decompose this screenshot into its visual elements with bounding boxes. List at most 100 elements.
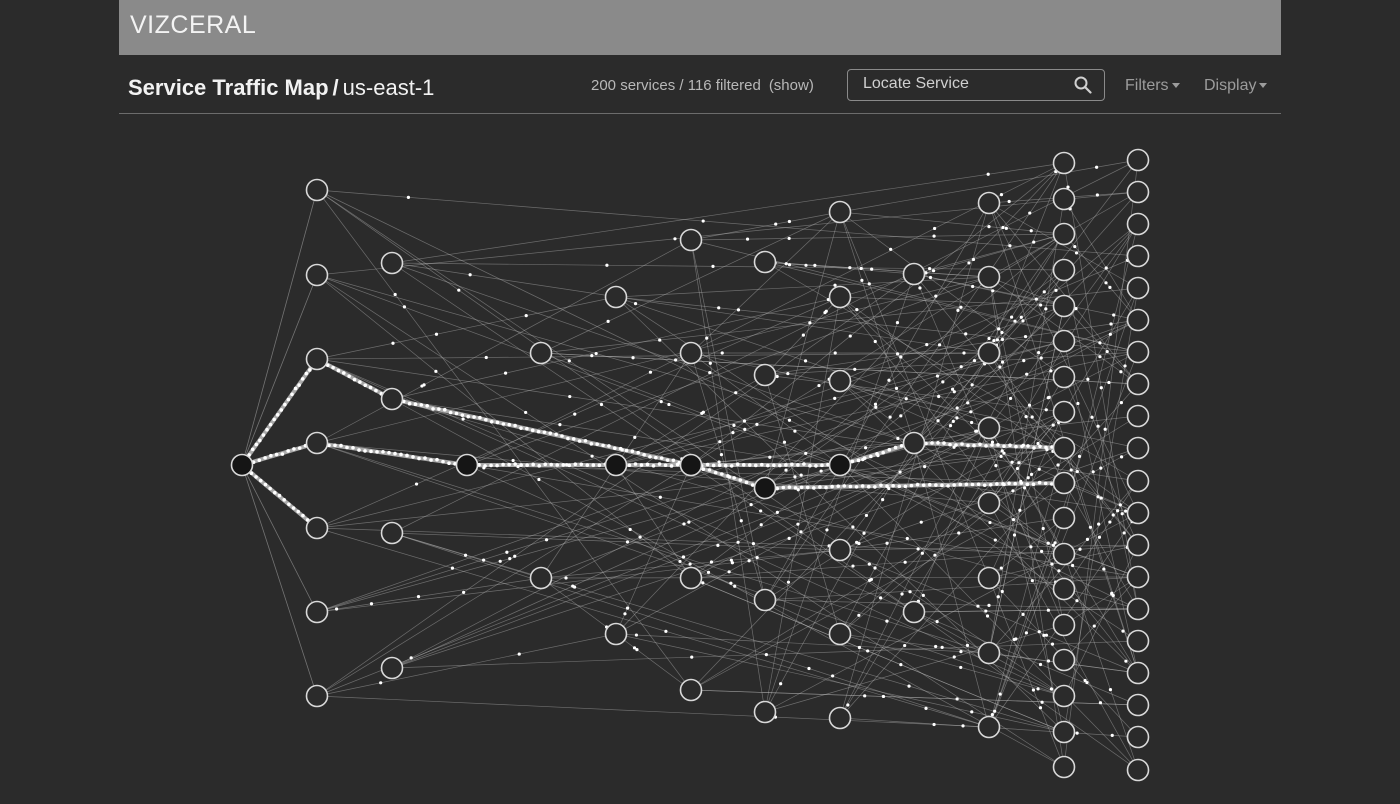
service-node[interactable] (977, 715, 1001, 739)
traffic-particle (441, 459, 445, 464)
service-node[interactable] (1052, 684, 1076, 708)
service-node[interactable] (753, 700, 777, 724)
service-node[interactable] (604, 285, 628, 309)
service-node[interactable] (679, 566, 703, 590)
service-node[interactable] (1126, 501, 1150, 525)
service-node[interactable] (753, 588, 777, 612)
service-node[interactable] (1052, 294, 1076, 318)
service-node[interactable] (679, 341, 703, 365)
service-node[interactable] (1126, 340, 1150, 364)
service-node[interactable] (1052, 222, 1076, 246)
traffic-particle (293, 386, 298, 391)
service-node[interactable] (977, 566, 1001, 590)
service-node[interactable] (828, 706, 852, 730)
traffic-particle (1011, 518, 1016, 522)
service-node[interactable] (1126, 469, 1150, 493)
service-traffic-graph[interactable] (0, 0, 1400, 804)
traffic-particle (675, 462, 680, 467)
traffic-particle (498, 559, 502, 563)
service-node[interactable] (1052, 400, 1076, 424)
service-node[interactable] (977, 641, 1001, 665)
traffic-particle (513, 462, 517, 466)
traffic-particle (851, 564, 855, 568)
traffic-particle (825, 528, 829, 532)
service-node[interactable] (1052, 258, 1076, 282)
service-node[interactable] (977, 491, 1001, 515)
traffic-particle (369, 602, 374, 606)
service-node[interactable] (604, 453, 628, 477)
service-node[interactable] (828, 538, 852, 562)
service-node[interactable] (380, 387, 404, 411)
traffic-particle (994, 464, 998, 468)
service-node[interactable] (1126, 693, 1150, 717)
service-node[interactable] (1126, 308, 1150, 332)
service-node[interactable] (380, 656, 404, 680)
service-node[interactable] (1126, 661, 1150, 685)
service-node[interactable] (380, 521, 404, 545)
service-node[interactable] (1126, 372, 1150, 396)
service-node[interactable] (529, 566, 553, 590)
service-node[interactable] (305, 263, 329, 287)
service-node[interactable] (1052, 471, 1076, 495)
service-node[interactable] (1126, 597, 1150, 621)
service-node[interactable] (305, 431, 329, 455)
service-node[interactable] (230, 453, 254, 477)
service-node[interactable] (828, 200, 852, 224)
service-node[interactable] (1052, 436, 1076, 460)
service-node[interactable] (305, 516, 329, 540)
service-node[interactable] (828, 369, 852, 393)
service-node[interactable] (1126, 725, 1150, 749)
service-node[interactable] (380, 251, 404, 275)
service-node[interactable] (305, 600, 329, 624)
service-node[interactable] (902, 262, 926, 286)
service-node[interactable] (1052, 720, 1076, 744)
service-node[interactable] (1052, 542, 1076, 566)
service-node[interactable] (977, 341, 1001, 365)
service-node[interactable] (1052, 329, 1076, 353)
service-node[interactable] (1126, 276, 1150, 300)
service-node[interactable] (977, 191, 1001, 215)
service-node[interactable] (679, 678, 703, 702)
service-node[interactable] (753, 250, 777, 274)
service-node[interactable] (679, 228, 703, 252)
service-node[interactable] (1052, 365, 1076, 389)
traffic-particle (1111, 513, 1115, 517)
service-node[interactable] (1126, 212, 1150, 236)
service-node[interactable] (529, 341, 553, 365)
service-node[interactable] (1126, 404, 1150, 428)
service-node[interactable] (902, 600, 926, 624)
service-node[interactable] (604, 622, 628, 646)
service-node[interactable] (902, 431, 926, 455)
service-node[interactable] (305, 684, 329, 708)
service-node[interactable] (1126, 758, 1150, 782)
service-node[interactable] (977, 265, 1001, 289)
service-node[interactable] (977, 416, 1001, 440)
service-node[interactable] (1126, 148, 1150, 172)
service-node[interactable] (753, 363, 777, 387)
service-node[interactable] (305, 178, 329, 202)
traffic-particle (1010, 315, 1014, 319)
service-node[interactable] (1052, 151, 1076, 175)
service-node[interactable] (679, 453, 703, 477)
service-node[interactable] (828, 285, 852, 309)
service-node[interactable] (1052, 187, 1076, 211)
service-node[interactable] (828, 453, 852, 477)
traffic-particle (1017, 461, 1021, 465)
service-node[interactable] (305, 347, 329, 371)
traffic-particle (903, 484, 908, 489)
service-node[interactable] (1126, 533, 1150, 557)
service-node[interactable] (753, 476, 777, 500)
traffic-particle (420, 384, 424, 388)
service-node[interactable] (828, 622, 852, 646)
service-node[interactable] (1126, 180, 1150, 204)
service-node[interactable] (1126, 244, 1150, 268)
service-node[interactable] (1052, 613, 1076, 637)
service-node[interactable] (1052, 755, 1076, 779)
service-node[interactable] (1052, 506, 1076, 530)
service-node[interactable] (1052, 577, 1076, 601)
service-node[interactable] (1126, 565, 1150, 589)
service-node[interactable] (1126, 436, 1150, 460)
service-node[interactable] (1126, 629, 1150, 653)
service-node[interactable] (1052, 648, 1076, 672)
service-node[interactable] (455, 453, 479, 477)
